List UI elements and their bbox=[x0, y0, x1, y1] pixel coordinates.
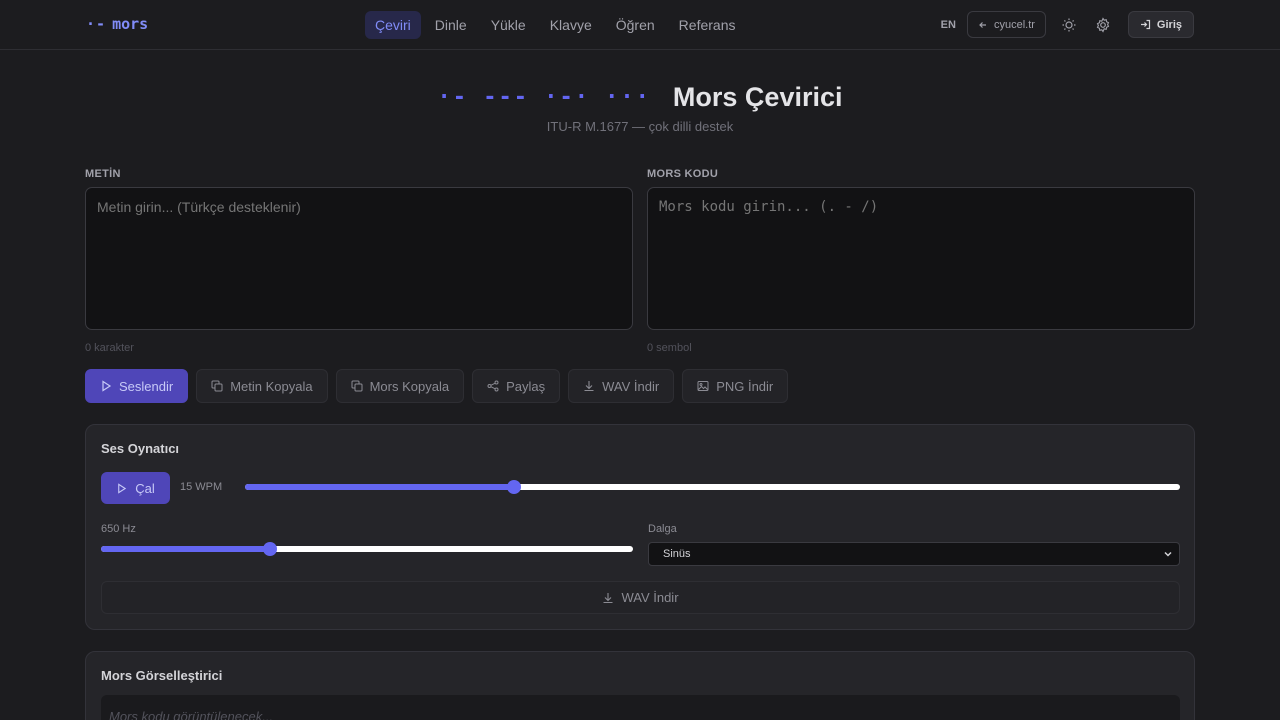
hero: ·- --- ·-· ··· Mors Çevirici ITU-R M.167… bbox=[0, 82, 1280, 134]
download-wav-button[interactable]: WAV İndir bbox=[568, 369, 675, 403]
nav-link-ogren[interactable]: Öğren bbox=[606, 11, 665, 39]
share-button[interactable]: Paylaş bbox=[472, 369, 561, 403]
wpm-value: 15 WPM bbox=[180, 481, 223, 493]
gear-icon bbox=[1096, 16, 1110, 33]
login-label: Giriş bbox=[1156, 18, 1182, 31]
waveform-label: Dalga bbox=[648, 523, 677, 535]
download-png-label: PNG İndir bbox=[716, 378, 774, 394]
copy-text-button[interactable]: Metin Kopyala bbox=[196, 369, 328, 403]
text-label: METİN bbox=[85, 168, 121, 180]
morse-input[interactable] bbox=[647, 187, 1195, 330]
player-download-wav-label: WAV İndir bbox=[621, 590, 679, 605]
settings-button[interactable] bbox=[1086, 11, 1120, 38]
copy-morse-label: Mors Kopyala bbox=[369, 378, 450, 394]
back-to-site-label: cyucel.tr bbox=[993, 18, 1035, 31]
morse-panel: MORS KODU 0 sembol bbox=[647, 168, 1195, 354]
action-bar: Seslendir Metin Kopyala Mors Kopyala Pay… bbox=[85, 369, 789, 403]
text-panel: METİN 0 karakter bbox=[85, 168, 633, 354]
logo-morse: ·- bbox=[86, 15, 107, 33]
nav-link-dinle[interactable]: Dinle bbox=[425, 11, 477, 39]
frequency-slider-fill bbox=[101, 546, 271, 552]
logo-text: mors bbox=[112, 15, 149, 33]
download-wav-label: WAV İndir bbox=[602, 378, 660, 394]
wpm-slider[interactable] bbox=[245, 480, 1180, 494]
copy-text-label: Metin Kopyala bbox=[230, 378, 313, 394]
play-icon bbox=[118, 482, 127, 494]
copy-icon bbox=[351, 380, 363, 392]
nav-links: Çeviri Dinle Yükle Klavye Öğren Referans bbox=[365, 11, 745, 39]
download-icon bbox=[584, 381, 594, 392]
frequency-value: 650 Hz bbox=[101, 523, 136, 535]
frequency-slider[interactable] bbox=[101, 542, 633, 556]
language-toggle[interactable]: EN bbox=[941, 19, 956, 31]
play-button[interactable]: Çal bbox=[101, 472, 170, 504]
nav-link-referans[interactable]: Referans bbox=[669, 11, 746, 39]
visualizer-card: Mors Görselleştirici Mors kodu görüntüle… bbox=[85, 651, 1195, 720]
back-to-site-button[interactable]: cyucel.tr bbox=[966, 11, 1046, 38]
frequency-slider-thumb[interactable] bbox=[263, 542, 278, 556]
player-download-wav-button[interactable]: WAV İndir bbox=[101, 581, 1180, 614]
sun-icon bbox=[1062, 18, 1076, 31]
speak-label: Seslendir bbox=[119, 378, 174, 394]
wpm-slider-thumb[interactable] bbox=[507, 480, 522, 494]
logo[interactable]: ·- mors bbox=[86, 15, 148, 33]
symbol-counter: 0 sembol bbox=[647, 342, 692, 354]
visualizer-canvas: Mors kodu görüntülenecek... bbox=[101, 695, 1180, 720]
nav-link-yukle[interactable]: Yükle bbox=[481, 11, 536, 39]
audio-player-card: Ses Oynatıcı Çal 15 WPM 650 Hz Dalga Sin… bbox=[85, 424, 1195, 630]
share-icon bbox=[487, 380, 499, 392]
nav-link-ceviri[interactable]: Çeviri bbox=[365, 11, 421, 39]
copy-icon bbox=[211, 380, 223, 392]
page-subtitle: ITU-R M.1677 — çok dilli destek bbox=[546, 119, 734, 134]
chevron-down-icon bbox=[1164, 551, 1172, 557]
speak-button[interactable]: Seslendir bbox=[85, 369, 189, 403]
play-label: Çal bbox=[135, 480, 155, 496]
login-icon bbox=[1140, 19, 1151, 30]
waveform-selected-value: Sinüs bbox=[663, 548, 691, 560]
top-nav: ·- mors Çeviri Dinle Yükle Klavye Öğren R… bbox=[0, 0, 1280, 50]
copy-morse-button[interactable]: Mors Kopyala bbox=[335, 369, 465, 403]
nav-right: EN cyucel.tr Giriş bbox=[941, 11, 1194, 38]
page-title: Mors Çevirici bbox=[672, 82, 843, 112]
arrow-left-icon bbox=[979, 21, 986, 28]
download-png-button[interactable]: PNG İndir bbox=[682, 369, 789, 403]
theme-toggle-button[interactable] bbox=[1052, 11, 1086, 38]
login-button[interactable]: Giriş bbox=[1127, 11, 1194, 38]
waveform-select[interactable]: Sinüs bbox=[648, 542, 1180, 566]
text-input[interactable] bbox=[85, 187, 633, 330]
download-icon bbox=[603, 592, 613, 603]
image-icon bbox=[697, 381, 709, 391]
nav-link-klavye[interactable]: Klavye bbox=[540, 11, 602, 39]
play-icon bbox=[102, 380, 112, 392]
share-label: Paylaş bbox=[506, 378, 546, 394]
morse-label: MORS KODU bbox=[647, 168, 719, 180]
char-counter: 0 karakter bbox=[85, 342, 134, 354]
visualizer-title: Mors Görselleştirici bbox=[101, 668, 223, 683]
audio-player-title: Ses Oynatıcı bbox=[101, 441, 180, 456]
hero-morse: ·- --- ·-· ··· bbox=[437, 85, 651, 110]
wpm-slider-fill bbox=[245, 484, 515, 490]
